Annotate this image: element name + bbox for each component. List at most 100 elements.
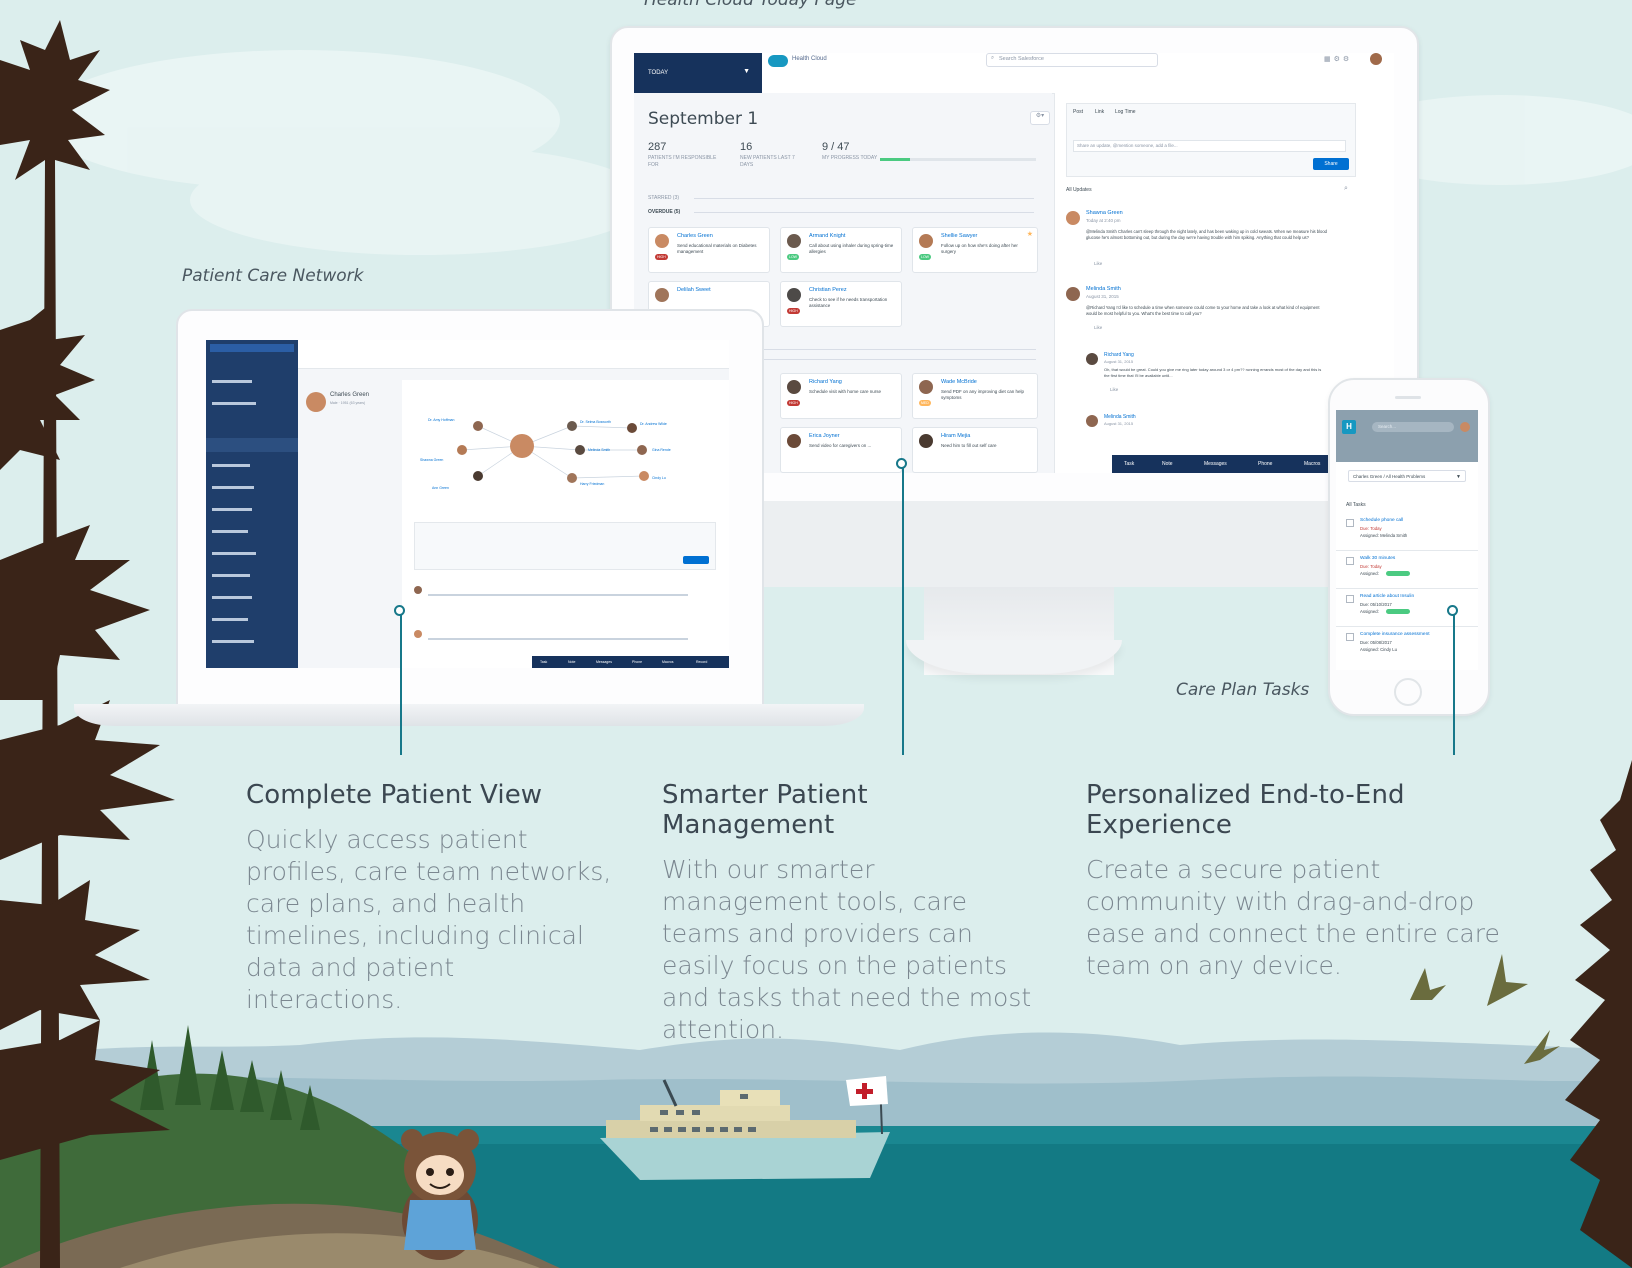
list-item[interactable] — [212, 552, 256, 555]
stat-label: PATIENTS I'M RESPONSIBLE FOR — [648, 155, 717, 168]
task-checkbox[interactable] — [1346, 595, 1354, 603]
avatar — [787, 434, 801, 448]
like-button[interactable]: Like — [1094, 261, 1102, 266]
task-title[interactable]: Walk 30 minutes — [1360, 556, 1395, 561]
app-nav-menu[interactable]: TODAY ▼ — [634, 53, 762, 93]
task-card[interactable]: Shellie Sawyer Follow up on how she's do… — [912, 227, 1038, 273]
list-item[interactable] — [212, 596, 252, 599]
task-card[interactable]: Armand Knight Call about using inhaler d… — [780, 227, 902, 273]
task-item[interactable]: Schedule phone call Due: Today Assigned:… — [1336, 514, 1478, 551]
utility-phone[interactable]: Phone — [1258, 461, 1272, 467]
priority-badge: HIGH — [787, 400, 800, 406]
avatar[interactable] — [1460, 422, 1470, 432]
task-list-label[interactable]: All Tasks — [1346, 502, 1366, 508]
callout-dot — [896, 458, 907, 469]
task-title[interactable]: Complete insurance assessment — [1360, 632, 1430, 637]
task-card[interactable]: Christian Perez Check to see if he needs… — [780, 281, 902, 327]
network-member[interactable]: Shawna Green — [420, 458, 443, 462]
post-author[interactable]: Richard Yang — [1104, 352, 1134, 358]
list-item[interactable] — [206, 438, 298, 452]
overdue-section[interactable]: OVERDUE (5) — [648, 209, 680, 215]
starred-section[interactable]: STARRED (3) — [648, 195, 679, 201]
post-author[interactable]: Shawna Green — [1086, 210, 1123, 216]
list-item[interactable] — [210, 344, 294, 352]
tab-link[interactable]: Link — [1095, 109, 1104, 115]
network-member[interactable]: Melinda Smith — [588, 448, 610, 452]
task-title[interactable]: Schedule phone call — [1360, 518, 1403, 523]
task-due: Due: 05/08/2017 — [1360, 640, 1392, 645]
task-checkbox[interactable] — [1346, 557, 1354, 565]
feature-body: Create a secure patient community with d… — [1086, 855, 1500, 980]
list-item[interactable] — [212, 530, 248, 533]
list-item[interactable] — [212, 486, 254, 489]
network-member[interactable]: Harry Friedman — [580, 482, 604, 486]
task-card[interactable]: Wade McBride Send PDF on any improving d… — [912, 373, 1038, 419]
tab-log-time[interactable]: Log Time — [1115, 109, 1136, 115]
like-button[interactable]: Like — [1094, 325, 1102, 330]
priority-badge: LOW — [787, 254, 799, 260]
share-button[interactable] — [683, 556, 709, 564]
publisher-box: Post Link Log Time Share an update, @men… — [1066, 103, 1356, 177]
task-card[interactable]: Charles Green Send educational materials… — [648, 227, 770, 273]
network-member[interactable]: Gina Rende — [652, 448, 671, 452]
stat-value: 16 — [740, 141, 753, 153]
feed-search-icon[interactable]: ⌕ — [1344, 185, 1348, 193]
list-item[interactable] — [212, 402, 256, 405]
network-member[interactable]: Cindy Lu — [652, 476, 666, 480]
share-button[interactable]: Share — [1313, 158, 1349, 170]
task-due: Due: Today — [1360, 526, 1382, 531]
utility-note[interactable]: Note — [568, 660, 575, 664]
utility-macros[interactable]: Macros — [1304, 461, 1320, 467]
post-input[interactable]: Share an update, @mention someone, add a… — [1073, 140, 1346, 152]
network-member[interactable]: Dr. Selma Bosworth — [580, 420, 611, 424]
star-icon[interactable]: ★ — [1027, 230, 1033, 238]
post-author[interactable]: Melinda Smith — [1086, 286, 1121, 292]
task-card[interactable]: Erica Joyner Send video for caregivers o… — [780, 427, 902, 473]
utility-record[interactable]: Record — [696, 660, 707, 664]
utility-messages[interactable]: Messages — [596, 660, 612, 664]
list-item[interactable] — [212, 508, 252, 511]
task-checkbox[interactable] — [1346, 519, 1354, 527]
settings-dropdown[interactable]: ⚙▾ — [1030, 111, 1050, 125]
filter-dropdown[interactable]: Charles Green / All Health Problems ▼ — [1348, 470, 1466, 482]
network-member[interactable]: Dr. Amy Hoffman — [428, 418, 454, 422]
patient-list-sidebar — [206, 340, 298, 668]
list-item[interactable] — [212, 640, 254, 643]
feed-post — [414, 586, 704, 616]
task-item[interactable]: Walk 30 minutes Due: Today Assigned: — [1336, 552, 1478, 589]
list-item[interactable] — [212, 464, 250, 467]
utility-messages[interactable]: Messages — [1204, 461, 1227, 467]
network-member[interactable]: Dr. Andrew Wilde — [640, 422, 667, 426]
network-member[interactable]: Ann Green — [432, 486, 449, 490]
utility-task[interactable]: Task — [540, 660, 547, 664]
updates-filter[interactable]: All Updates — [1066, 187, 1092, 193]
card-task: Send educational materials on Diabetes m… — [677, 243, 757, 254]
phone-home-button[interactable] — [1394, 678, 1422, 706]
card-name: Christian Perez — [809, 287, 847, 293]
task-checkbox[interactable] — [1346, 633, 1354, 641]
app-icon[interactable]: H — [1342, 420, 1356, 434]
task-item[interactable]: Complete insurance assessment Due: 05/08… — [1336, 628, 1478, 664]
task-title[interactable]: Read article about Insulin — [1360, 594, 1414, 599]
utility-phone[interactable]: Phone — [632, 660, 642, 664]
list-item[interactable] — [212, 618, 248, 621]
task-card[interactable]: Hiram Mejia Need him to fill out self ca… — [912, 427, 1038, 473]
phone-caption: Care Plan Tasks — [1176, 680, 1310, 700]
tab-post[interactable]: Post — [1073, 109, 1083, 115]
progress-bar — [880, 158, 1036, 161]
mobile-search-input[interactable]: Search... — [1372, 422, 1454, 432]
gear-icon: ⚙▾ — [1035, 113, 1045, 119]
utility-task[interactable]: Task — [1124, 461, 1134, 467]
utility-macros[interactable]: Macros — [662, 660, 673, 664]
like-button[interactable]: Like — [1110, 387, 1118, 392]
task-assigned: Assigned: Melinda Smith — [1360, 533, 1408, 538]
feature-body: Quickly access patient profiles, care te… — [246, 825, 612, 1014]
utility-note[interactable]: Note — [1162, 461, 1173, 467]
header-icons[interactable]: ▦⚙⚙ — [1324, 55, 1352, 63]
global-search-input[interactable]: ⌕ Search Salesforce — [986, 53, 1158, 67]
task-card[interactable]: Richard Yang Schedule visit with home ca… — [780, 373, 902, 419]
post-author[interactable]: Melinda Smith — [1104, 414, 1136, 420]
list-item[interactable] — [212, 574, 250, 577]
list-item[interactable] — [212, 380, 252, 383]
user-avatar[interactable] — [1370, 53, 1382, 65]
